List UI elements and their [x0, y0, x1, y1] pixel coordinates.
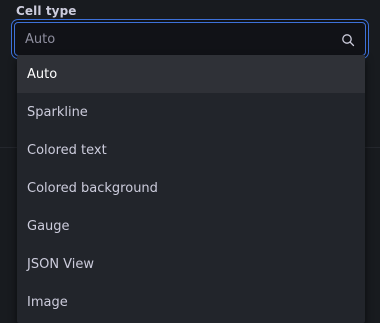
options-panel: Cell type Auto Sparkline Colored text Co… [0, 0, 380, 323]
cell-type-label: Cell type [16, 4, 77, 18]
cell-type-search-input[interactable] [25, 23, 325, 55]
search-icon [342, 34, 355, 47]
option-auto[interactable]: Auto [17, 55, 365, 93]
cell-type-dropdown-menu: Auto Sparkline Colored text Colored back… [17, 55, 365, 323]
cell-type-select[interactable] [14, 22, 366, 56]
option-colored-background[interactable]: Colored background [17, 169, 365, 207]
option-sparkline[interactable]: Sparkline [17, 93, 365, 131]
option-image[interactable]: Image [17, 283, 365, 321]
option-colored-text[interactable]: Colored text [17, 131, 365, 169]
option-json-view[interactable]: JSON View [17, 245, 365, 283]
option-gauge[interactable]: Gauge [17, 207, 365, 245]
